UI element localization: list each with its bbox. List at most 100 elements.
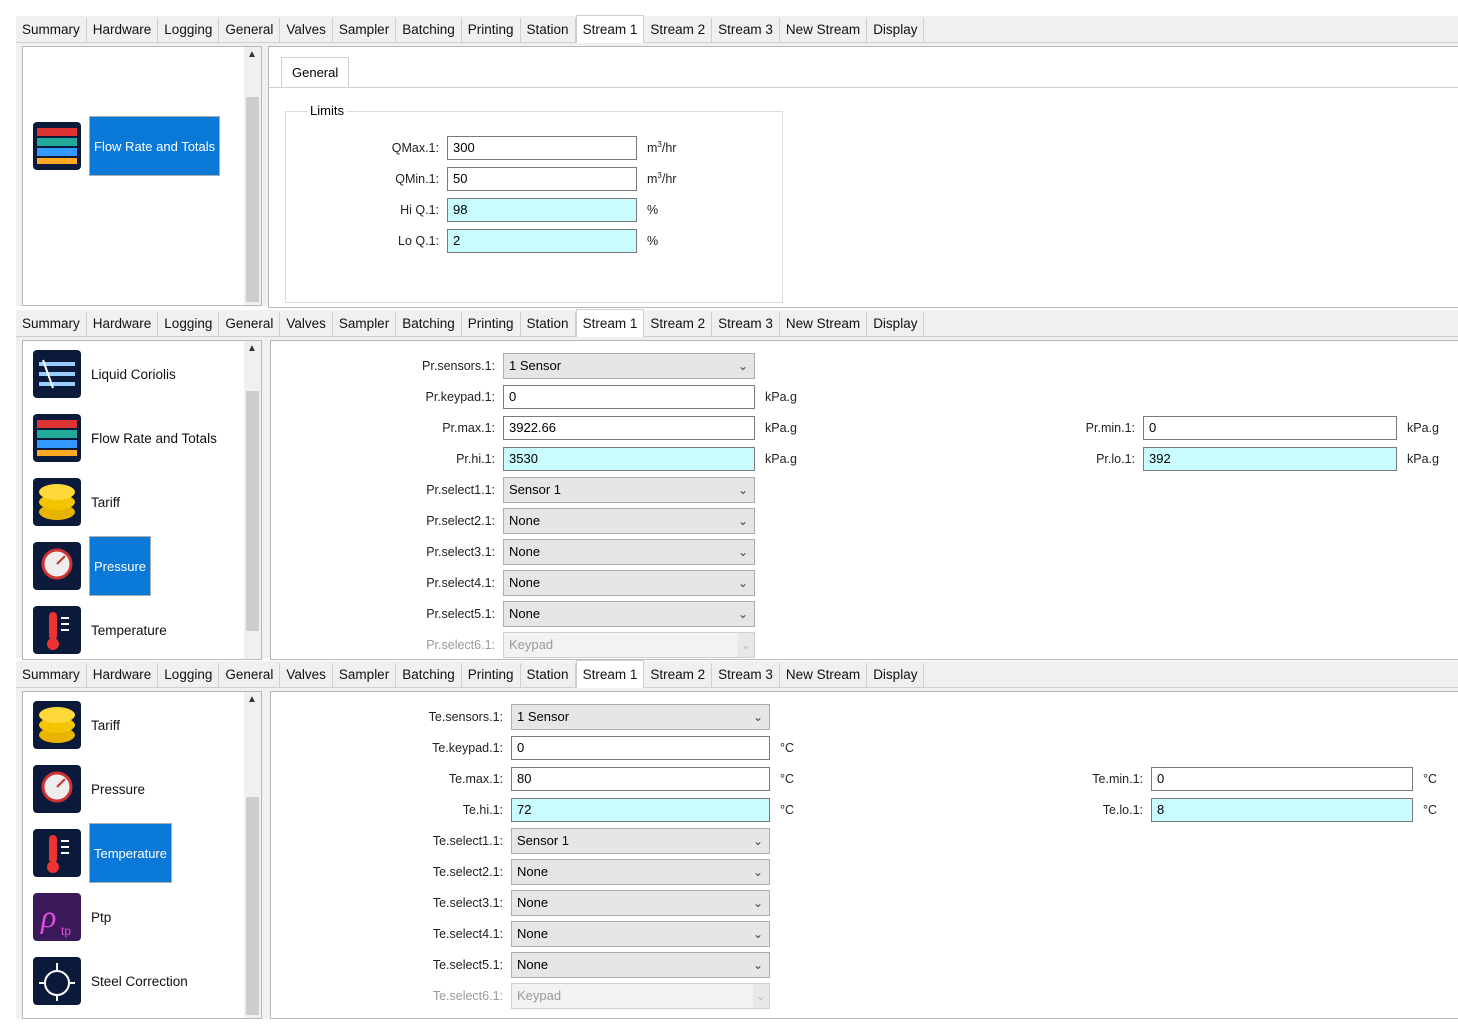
qmax-input[interactable]: 300 — [447, 136, 637, 160]
nav-item-label: Pressure — [91, 781, 146, 797]
tab-bar: Summary Hardware Logging General Valves … — [16, 15, 1458, 43]
tab-general[interactable]: General — [219, 18, 281, 42]
tab-summary[interactable]: Summary — [16, 663, 87, 687]
tab-general[interactable]: General — [219, 663, 281, 687]
nav-item-temperature[interactable]: Temperature — [33, 601, 167, 659]
tab-sampler[interactable]: Sampler — [333, 18, 397, 42]
tab-logging[interactable]: Logging — [158, 18, 220, 42]
field-loq: Lo Q.1: 2 % — [329, 228, 658, 254]
nav-item-pressure[interactable]: Pressure — [33, 536, 152, 596]
nav-item-flow-rate-and-totals[interactable]: Flow Rate and Totals — [33, 409, 217, 467]
te-sensors-select[interactable]: 1 Sensor ⌄ — [511, 704, 770, 730]
loq-input[interactable]: 2 — [447, 229, 637, 253]
tab-batching[interactable]: Batching — [396, 18, 462, 42]
tab-batching[interactable]: Batching — [396, 312, 462, 336]
nav-scrollbar[interactable]: ▲ — [244, 341, 261, 659]
tab-display[interactable]: Display — [867, 312, 925, 336]
stream-nav-list: Flow Rate and Totals ▲ — [22, 46, 262, 306]
pr-select3-dropdown[interactable]: None ⌄ — [503, 539, 755, 565]
nav-item-tariff[interactable]: Tariff — [33, 696, 120, 754]
tab-general[interactable]: General — [219, 312, 281, 336]
tab-printing[interactable]: Printing — [462, 663, 521, 687]
tab-valves[interactable]: Valves — [280, 18, 333, 42]
te-lo-input[interactable]: 8 — [1151, 798, 1413, 822]
nav-scrollbar[interactable]: ▲ — [244, 47, 261, 305]
pr-min-input[interactable]: 0 — [1143, 416, 1397, 440]
scroll-thumb[interactable] — [246, 391, 259, 631]
tab-bar: Summary Hardware Logging General Valves … — [16, 660, 1458, 688]
tab-stream-2[interactable]: Stream 2 — [644, 663, 713, 687]
te-keypad-input[interactable]: 0 — [511, 736, 770, 760]
te-min-label: Te.min.1: — [1092, 772, 1143, 786]
pr-hi-input[interactable]: 3530 — [503, 447, 755, 471]
hiq-input[interactable]: 98 — [447, 198, 637, 222]
tab-logging[interactable]: Logging — [158, 312, 220, 336]
nav-item-pressure[interactable]: Pressure — [33, 760, 145, 818]
tab-valves[interactable]: Valves — [280, 663, 333, 687]
qmin-input[interactable]: 50 — [447, 167, 637, 191]
nav-scrollbar[interactable]: ▲ — [244, 692, 261, 1018]
tab-sampler[interactable]: Sampler — [333, 663, 397, 687]
te-select1-dropdown[interactable]: Sensor 1 ⌄ — [511, 828, 770, 854]
nav-item-temperature[interactable]: Temperature — [33, 823, 172, 883]
tab-stream-3[interactable]: Stream 3 — [712, 312, 780, 336]
tab-hardware[interactable]: Hardware — [87, 312, 159, 336]
nav-item-ptp[interactable]: ρ tp Ptp — [33, 888, 111, 946]
tab-general-sub[interactable]: General — [281, 57, 350, 88]
te-select1-row: Te.select1.1: Sensor 1 ⌄ — [271, 828, 770, 854]
tab-logging[interactable]: Logging — [158, 663, 220, 687]
pr-select1-dropdown[interactable]: Sensor 1 ⌄ — [503, 477, 755, 503]
tab-printing[interactable]: Printing — [462, 312, 521, 336]
scroll-up-icon[interactable]: ▲ — [247, 49, 257, 60]
nav-item-tariff[interactable]: Tariff — [33, 473, 120, 531]
scroll-thumb[interactable] — [246, 797, 259, 1015]
nav-item-flow-rate-and-totals[interactable]: Flow Rate and Totals — [33, 116, 221, 176]
te-select2-dropdown[interactable]: None ⌄ — [511, 859, 770, 885]
pr-lo-input[interactable]: 392 — [1143, 447, 1397, 471]
tab-summary[interactable]: Summary — [16, 312, 87, 336]
te-select3-dropdown[interactable]: None ⌄ — [511, 890, 770, 916]
tab-sampler[interactable]: Sampler — [333, 312, 397, 336]
tab-new-stream[interactable]: New Stream — [780, 663, 868, 687]
tab-stream-3[interactable]: Stream 3 — [712, 18, 780, 42]
nav-item-liquid-coriolis[interactable]: Liquid Coriolis — [33, 345, 176, 403]
tab-stream-1[interactable]: Stream 1 — [575, 660, 645, 688]
pr-sensors-select[interactable]: 1 Sensor ⌄ — [503, 353, 755, 379]
pr-select1-label: Pr.select1.1: — [426, 483, 495, 497]
nav-item-steel-correction[interactable]: Steel Correction — [33, 952, 188, 1010]
tab-stream-3[interactable]: Stream 3 — [712, 663, 780, 687]
pr-max-input[interactable]: 3922.66 — [503, 416, 755, 440]
tab-display[interactable]: Display — [867, 18, 925, 42]
te-min-input[interactable]: 0 — [1151, 767, 1413, 791]
te-hi-input[interactable]: 72 — [511, 798, 770, 822]
tab-stream-1[interactable]: Stream 1 — [575, 15, 645, 43]
tab-hardware[interactable]: Hardware — [87, 18, 159, 42]
tab-station[interactable]: Station — [521, 18, 576, 42]
tab-summary[interactable]: Summary — [16, 18, 87, 42]
tab-printing[interactable]: Printing — [462, 18, 521, 42]
pr-select5-dropdown[interactable]: None ⌄ — [503, 601, 755, 627]
te-select5-dropdown[interactable]: None ⌄ — [511, 952, 770, 978]
tab-new-stream[interactable]: New Stream — [780, 312, 868, 336]
tab-valves[interactable]: Valves — [280, 312, 333, 336]
pr-keypad-input[interactable]: 0 — [503, 385, 755, 409]
tab-stream-2[interactable]: Stream 2 — [644, 312, 713, 336]
tab-display[interactable]: Display — [867, 663, 925, 687]
scroll-up-icon[interactable]: ▲ — [247, 694, 257, 705]
pr-select4-dropdown[interactable]: None ⌄ — [503, 570, 755, 596]
pr-keypad-label: Pr.keypad.1: — [425, 390, 496, 404]
te-select4-dropdown[interactable]: None ⌄ — [511, 921, 770, 947]
tab-stream-1[interactable]: Stream 1 — [575, 309, 645, 337]
coriolis-icon — [33, 350, 81, 398]
tab-stream-2[interactable]: Stream 2 — [644, 18, 713, 42]
tab-batching[interactable]: Batching — [396, 663, 462, 687]
tab-station[interactable]: Station — [521, 312, 576, 336]
tab-hardware[interactable]: Hardware — [87, 663, 159, 687]
pr-select2-dropdown[interactable]: None ⌄ — [503, 508, 755, 534]
te-max-input[interactable]: 80 — [511, 767, 770, 791]
tab-new-stream[interactable]: New Stream — [780, 18, 868, 42]
tariff-coins-icon — [33, 478, 81, 526]
tab-station[interactable]: Station — [521, 663, 576, 687]
scroll-up-icon[interactable]: ▲ — [247, 343, 257, 354]
scroll-thumb[interactable] — [246, 97, 259, 302]
